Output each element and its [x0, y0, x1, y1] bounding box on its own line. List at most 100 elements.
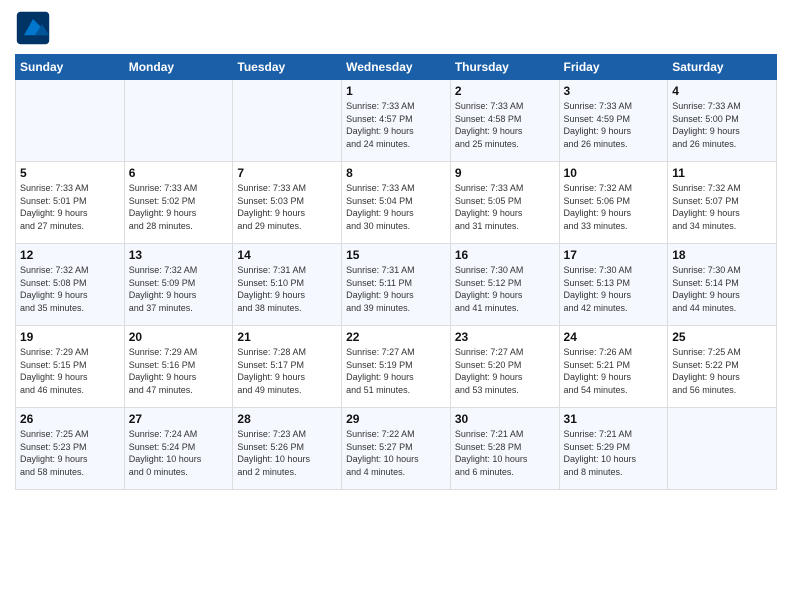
calendar-table: SundayMondayTuesdayWednesdayThursdayFrid… [15, 54, 777, 490]
calendar-cell: 11 Sunrise: 7:32 AM Sunset: 5:07 PM Dayli… [668, 162, 777, 244]
calendar-week-4: 26 Sunrise: 7:25 AM Sunset: 5:23 PM Dayli… [16, 408, 777, 490]
calendar-cell: 18 Sunrise: 7:30 AM Sunset: 5:14 PM Dayli… [668, 244, 777, 326]
day-info: Sunrise: 7:21 AM Sunset: 5:29 PM Dayligh… [564, 428, 664, 478]
day-number: 25 [672, 330, 772, 344]
day-info: Sunrise: 7:33 AM Sunset: 4:57 PM Dayligh… [346, 100, 446, 150]
calendar-cell: 15 Sunrise: 7:31 AM Sunset: 5:11 PM Dayli… [342, 244, 451, 326]
calendar-week-2: 12 Sunrise: 7:32 AM Sunset: 5:08 PM Dayli… [16, 244, 777, 326]
day-number: 5 [20, 166, 120, 180]
calendar-cell [668, 408, 777, 490]
day-info: Sunrise: 7:21 AM Sunset: 5:28 PM Dayligh… [455, 428, 555, 478]
day-number: 8 [346, 166, 446, 180]
calendar-week-1: 5 Sunrise: 7:33 AM Sunset: 5:01 PM Daylig… [16, 162, 777, 244]
day-info: Sunrise: 7:27 AM Sunset: 5:20 PM Dayligh… [455, 346, 555, 396]
day-number: 14 [237, 248, 337, 262]
dow-saturday: Saturday [668, 55, 777, 80]
day-info: Sunrise: 7:29 AM Sunset: 5:16 PM Dayligh… [129, 346, 229, 396]
dow-thursday: Thursday [450, 55, 559, 80]
calendar-cell: 3Sunrise: 7:33 AM Sunset: 4:59 PM Daylig… [559, 80, 668, 162]
calendar-cell: 16Sunrise: 7:30 AM Sunset: 5:12 PM Dayli… [450, 244, 559, 326]
calendar-cell: 8 Sunrise: 7:33 AM Sunset: 5:04 PM Daylig… [342, 162, 451, 244]
day-number: 23 [455, 330, 555, 344]
day-info: Sunrise: 7:33 AM Sunset: 5:03 PM Dayligh… [237, 182, 337, 232]
day-info: Sunrise: 7:33 AM Sunset: 5:02 PM Dayligh… [129, 182, 229, 232]
calendar-cell: 10 Sunrise: 7:32 AM Sunset: 5:06 PM Dayli… [559, 162, 668, 244]
calendar-cell [16, 80, 125, 162]
day-number: 24 [564, 330, 664, 344]
calendar-cell: 9 Sunrise: 7:33 AM Sunset: 5:05 PM Daylig… [450, 162, 559, 244]
calendar-cell: 4Sunrise: 7:33 AM Sunset: 5:00 PM Daylig… [668, 80, 777, 162]
page-header [15, 10, 777, 46]
day-info: Sunrise: 7:26 AM Sunset: 5:21 PM Dayligh… [564, 346, 664, 396]
day-number: 1 [346, 84, 446, 98]
day-number: 26 [20, 412, 120, 426]
day-number: 13 [129, 248, 229, 262]
calendar-cell: 13 Sunrise: 7:32 AM Sunset: 5:09 PM Dayli… [124, 244, 233, 326]
calendar-body: 1 Sunrise: 7:33 AM Sunset: 4:57 PM Daylig… [16, 80, 777, 490]
day-number: 11 [672, 166, 772, 180]
calendar-cell [233, 80, 342, 162]
day-number: 9 [455, 166, 555, 180]
day-info: Sunrise: 7:32 AM Sunset: 5:08 PM Dayligh… [20, 264, 120, 314]
day-info: Sunrise: 7:30 AM Sunset: 5:14 PM Dayligh… [672, 264, 772, 314]
day-number: 27 [129, 412, 229, 426]
page-container: SundayMondayTuesdayWednesdayThursdayFrid… [0, 0, 792, 612]
day-number: 20 [129, 330, 229, 344]
day-number: 31 [564, 412, 664, 426]
day-number: 19 [20, 330, 120, 344]
day-number: 29 [346, 412, 446, 426]
calendar-cell: 27 Sunrise: 7:24 AM Sunset: 5:24 PM Dayli… [124, 408, 233, 490]
day-info: Sunrise: 7:32 AM Sunset: 5:06 PM Dayligh… [564, 182, 664, 232]
day-number: 22 [346, 330, 446, 344]
day-info: Sunrise: 7:33 AM Sunset: 5:01 PM Dayligh… [20, 182, 120, 232]
calendar-cell: 31 Sunrise: 7:21 AM Sunset: 5:29 PM Dayli… [559, 408, 668, 490]
day-info: Sunrise: 7:33 AM Sunset: 5:04 PM Dayligh… [346, 182, 446, 232]
calendar-cell: 2Sunrise: 7:33 AM Sunset: 4:58 PM Daylig… [450, 80, 559, 162]
day-info: Sunrise: 7:32 AM Sunset: 5:07 PM Dayligh… [672, 182, 772, 232]
calendar-cell: 7 Sunrise: 7:33 AM Sunset: 5:03 PM Daylig… [233, 162, 342, 244]
day-number: 6 [129, 166, 229, 180]
calendar-cell: 5 Sunrise: 7:33 AM Sunset: 5:01 PM Daylig… [16, 162, 125, 244]
calendar-cell: 6 Sunrise: 7:33 AM Sunset: 5:02 PM Daylig… [124, 162, 233, 244]
calendar-cell: 20 Sunrise: 7:29 AM Sunset: 5:16 PM Dayli… [124, 326, 233, 408]
day-number: 12 [20, 248, 120, 262]
day-info: Sunrise: 7:22 AM Sunset: 5:27 PM Dayligh… [346, 428, 446, 478]
logo [15, 10, 57, 46]
day-info: Sunrise: 7:33 AM Sunset: 5:05 PM Dayligh… [455, 182, 555, 232]
calendar-cell: 1 Sunrise: 7:33 AM Sunset: 4:57 PM Daylig… [342, 80, 451, 162]
dow-tuesday: Tuesday [233, 55, 342, 80]
day-info: Sunrise: 7:27 AM Sunset: 5:19 PM Dayligh… [346, 346, 446, 396]
day-info: Sunrise: 7:32 AM Sunset: 5:09 PM Dayligh… [129, 264, 229, 314]
calendar-cell: 25Sunrise: 7:25 AM Sunset: 5:22 PM Dayli… [668, 326, 777, 408]
day-info: Sunrise: 7:30 AM Sunset: 5:13 PM Dayligh… [564, 264, 664, 314]
day-number: 16 [455, 248, 555, 262]
calendar-cell: 12 Sunrise: 7:32 AM Sunset: 5:08 PM Dayli… [16, 244, 125, 326]
calendar-week-0: 1 Sunrise: 7:33 AM Sunset: 4:57 PM Daylig… [16, 80, 777, 162]
day-number: 21 [237, 330, 337, 344]
dow-friday: Friday [559, 55, 668, 80]
dow-monday: Monday [124, 55, 233, 80]
day-info: Sunrise: 7:31 AM Sunset: 5:10 PM Dayligh… [237, 264, 337, 314]
calendar-cell: 29 Sunrise: 7:22 AM Sunset: 5:27 PM Dayli… [342, 408, 451, 490]
day-info: Sunrise: 7:28 AM Sunset: 5:17 PM Dayligh… [237, 346, 337, 396]
day-number: 2 [455, 84, 555, 98]
day-number: 15 [346, 248, 446, 262]
day-number: 7 [237, 166, 337, 180]
dow-wednesday: Wednesday [342, 55, 451, 80]
day-info: Sunrise: 7:25 AM Sunset: 5:23 PM Dayligh… [20, 428, 120, 478]
calendar-cell: 30Sunrise: 7:21 AM Sunset: 5:28 PM Dayli… [450, 408, 559, 490]
day-number: 18 [672, 248, 772, 262]
calendar-cell: 22 Sunrise: 7:27 AM Sunset: 5:19 PM Dayli… [342, 326, 451, 408]
day-number: 3 [564, 84, 664, 98]
calendar-cell: 21 Sunrise: 7:28 AM Sunset: 5:17 PM Dayli… [233, 326, 342, 408]
day-info: Sunrise: 7:24 AM Sunset: 5:24 PM Dayligh… [129, 428, 229, 478]
day-number: 17 [564, 248, 664, 262]
day-number: 10 [564, 166, 664, 180]
day-of-week-header: SundayMondayTuesdayWednesdayThursdayFrid… [16, 55, 777, 80]
day-number: 28 [237, 412, 337, 426]
day-info: Sunrise: 7:23 AM Sunset: 5:26 PM Dayligh… [237, 428, 337, 478]
calendar-cell [124, 80, 233, 162]
day-info: Sunrise: 7:31 AM Sunset: 5:11 PM Dayligh… [346, 264, 446, 314]
day-number: 4 [672, 84, 772, 98]
day-info: Sunrise: 7:29 AM Sunset: 5:15 PM Dayligh… [20, 346, 120, 396]
